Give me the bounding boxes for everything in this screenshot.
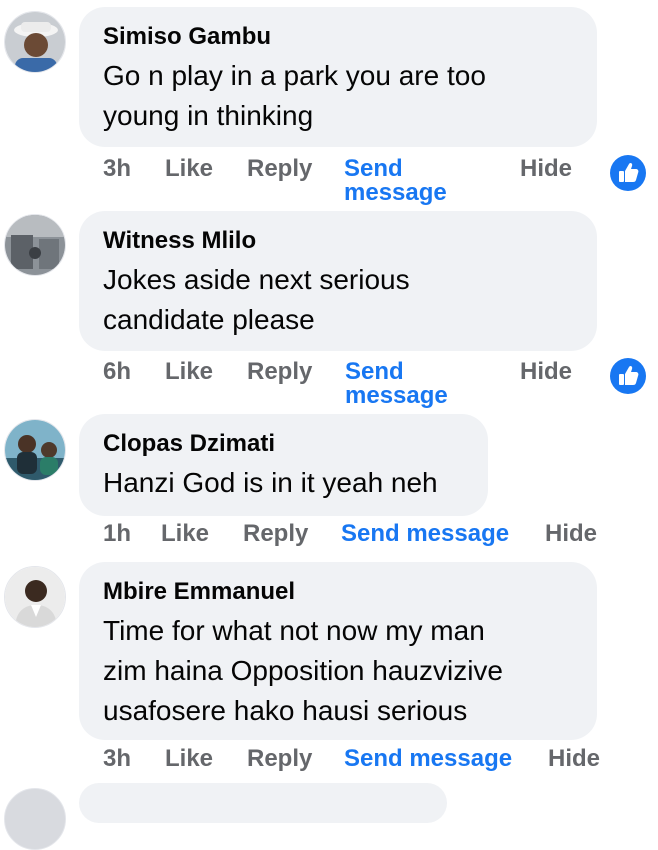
comment-bubble: Clopas Dzimati Hanzi God is in it yeah n…: [79, 414, 488, 516]
like-button[interactable]: Like: [165, 157, 213, 181]
avatar-photo: [5, 420, 65, 480]
hide-button[interactable]: Hide: [520, 157, 572, 181]
comment-author[interactable]: Clopas Dzimati: [103, 429, 464, 459]
comment-author[interactable]: Witness Mlilo: [103, 226, 573, 256]
like-button[interactable]: Like: [165, 747, 213, 771]
comment-text: Time for what not now my man zim haina O…: [103, 615, 503, 726]
comment-bubble: [79, 783, 447, 823]
comment-time[interactable]: 3h: [103, 747, 131, 771]
comment-author[interactable]: Simiso Gambu: [103, 22, 573, 52]
comment-actions: 6h Like Reply Send message Hide: [0, 360, 658, 410]
avatar[interactable]: [4, 566, 66, 628]
comment-text: Go n play in a park you are too young in…: [103, 60, 486, 131]
comment-bubble: Witness Mlilo Jokes aside next serious c…: [79, 211, 597, 351]
comment-text: Jokes aside next serious candidate pleas…: [103, 264, 410, 335]
send-message-button[interactable]: Send message: [344, 157, 447, 205]
avatar[interactable]: [4, 788, 66, 850]
like-button[interactable]: Like: [165, 360, 213, 384]
comment-time[interactable]: 3h: [103, 157, 131, 181]
avatar-photo: [5, 12, 65, 72]
thumbs-up-icon[interactable]: [610, 358, 646, 394]
comment-actions: 3h Like Reply Send message Hide: [0, 747, 658, 773]
reply-button[interactable]: Reply: [243, 522, 308, 546]
thumbs-up-icon[interactable]: [610, 155, 646, 191]
comment-actions: 3h Like Reply Send message Hide: [0, 157, 658, 207]
comment-text: Hanzi God is in it yeah neh: [103, 467, 438, 498]
avatar[interactable]: [4, 214, 66, 276]
reply-button[interactable]: Reply: [247, 360, 312, 384]
comment-time[interactable]: 6h: [103, 360, 131, 384]
avatar-photo: [5, 567, 65, 627]
like-button[interactable]: Like: [161, 522, 209, 546]
hide-button[interactable]: Hide: [548, 747, 600, 771]
send-message-button[interactable]: Send message: [345, 360, 448, 408]
comment-actions: 1h Like Reply Send message Hide: [0, 522, 658, 548]
reply-button[interactable]: Reply: [247, 157, 312, 181]
comment-bubble: Simiso Gambu Go n play in a park you are…: [79, 7, 597, 147]
avatar[interactable]: [4, 11, 66, 73]
comment-bubble: Mbire Emmanuel Time for what not now my …: [79, 562, 597, 740]
hide-button[interactable]: Hide: [520, 360, 572, 384]
reply-button[interactable]: Reply: [247, 747, 312, 771]
comment-author[interactable]: Mbire Emmanuel: [103, 577, 573, 607]
comment-time[interactable]: 1h: [103, 522, 131, 546]
avatar-photo: [5, 215, 65, 275]
send-message-button[interactable]: Send message: [344, 747, 512, 771]
hide-button[interactable]: Hide: [545, 522, 597, 546]
send-message-button[interactable]: Send message: [341, 522, 509, 546]
avatar[interactable]: [4, 419, 66, 481]
